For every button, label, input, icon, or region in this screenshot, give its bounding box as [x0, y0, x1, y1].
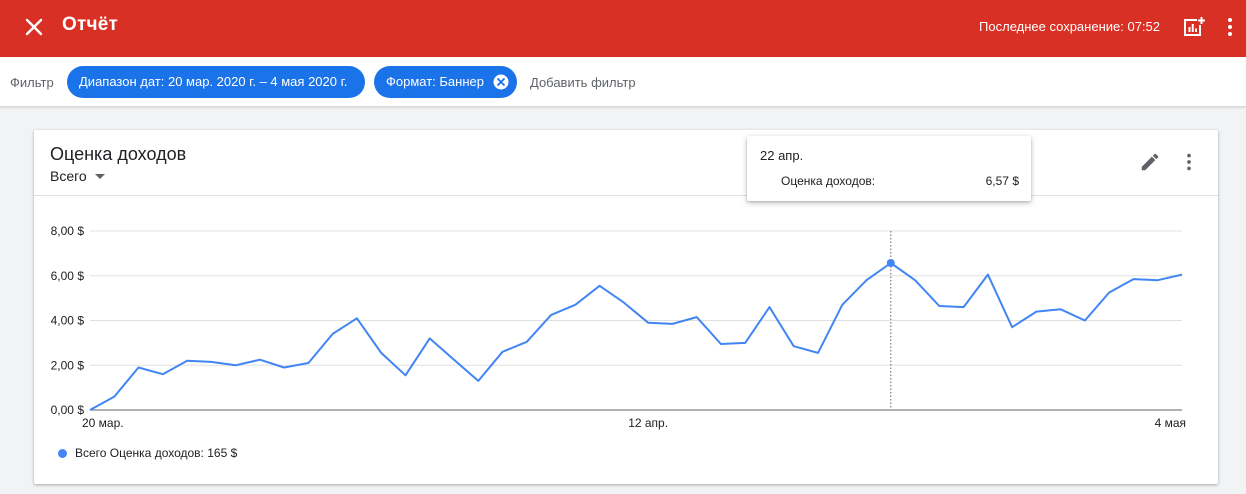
data-point [1131, 277, 1135, 281]
data-point [986, 273, 990, 277]
data-point [137, 365, 141, 369]
data-point [525, 340, 529, 344]
legend-dot [58, 449, 67, 458]
data-point [1010, 325, 1014, 329]
data-point [185, 359, 189, 363]
format-filter-chip[interactable]: Формат: Баннер [374, 66, 517, 98]
format-chip-label: Формат: Баннер [386, 74, 484, 89]
data-point [913, 278, 917, 282]
data-point [622, 301, 626, 305]
data-point [1059, 307, 1063, 311]
data-point [331, 332, 335, 336]
data-point [306, 361, 310, 365]
filter-bar: Фильтр Диапазон дат: 20 мар. 2020 г. – 4… [0, 57, 1246, 107]
data-point [355, 316, 359, 320]
x-tick-label: 12 апр. [628, 416, 668, 430]
tooltip-label: Оценка доходов: [781, 174, 876, 188]
chart-legend: Всего Оценка доходов: 165 $ [58, 446, 237, 460]
data-point [962, 305, 966, 309]
date-range-filter-chip[interactable]: Диапазон дат: 20 мар. 2020 г. – 4 мая 20… [67, 66, 365, 98]
legend-label: Всего Оценка доходов: 165 $ [75, 446, 238, 460]
data-point [573, 303, 577, 307]
data-point [501, 350, 505, 354]
data-point [209, 360, 213, 364]
data-point [1083, 319, 1087, 323]
data-point [840, 303, 844, 307]
add-filter-button[interactable]: Добавить фильтр [530, 75, 636, 90]
series-line [89, 262, 1183, 411]
data-point [865, 278, 869, 282]
page-title: Отчёт [62, 14, 118, 35]
x-tick-label: 4 мая [1155, 416, 1186, 430]
data-point [743, 341, 747, 345]
data-point [88, 408, 92, 412]
last-saved-status: Последнее сохранение: 07:52 [979, 19, 1160, 34]
date-range-chip-label: Диапазон дат: 20 мар. 2020 г. – 4 мая 20… [79, 74, 348, 89]
revenue-card: Оценка доходов Всего 0,00 $2,00 $4,00 $6… [34, 130, 1218, 484]
data-point [258, 358, 262, 362]
data-point [816, 351, 820, 355]
data-point [549, 313, 553, 317]
data-point [1180, 273, 1184, 277]
y-tick-label: 8,00 $ [51, 224, 85, 238]
data-point [1034, 310, 1038, 314]
remove-filter-icon[interactable] [493, 74, 509, 90]
data-point [428, 336, 432, 340]
revenue-line-chart: 0,00 $ 2,00 $ 4,00 $ 6,00 $ 8,00 $ 20 мар. 12 … [51, 224, 1186, 430]
highlighted-data-point [886, 258, 895, 267]
data-point [792, 344, 796, 348]
tooltip-value: 6,57 $ [985, 174, 1019, 188]
data-point [112, 395, 116, 399]
data-point [234, 363, 238, 367]
data-point [646, 321, 650, 325]
chart-tooltip: 22 апр. Оценка доходов: 6,57 $ [747, 136, 1031, 201]
close-icon[interactable] [22, 15, 46, 39]
data-point [282, 365, 286, 369]
y-tick-label: 2,00 $ [51, 358, 85, 372]
add-chart-icon[interactable] [1182, 15, 1206, 39]
x-tick-label: 20 мар. [82, 416, 124, 430]
y-tick-label: 4,00 $ [51, 314, 85, 328]
data-point [719, 342, 723, 346]
filter-label: Фильтр [10, 75, 54, 90]
data-point [598, 284, 602, 288]
tooltip-date: 22 апр. [760, 148, 804, 163]
data-point [379, 351, 383, 355]
data-point [670, 322, 674, 326]
data-point [403, 373, 407, 377]
data-point [695, 315, 699, 319]
data-point [937, 304, 941, 308]
data-point [1107, 291, 1111, 295]
more-vert-icon[interactable] [1218, 15, 1242, 39]
app-bar: Отчёт Последнее сохранение: 07:52 [0, 0, 1246, 57]
data-point [161, 372, 165, 376]
y-tick-label: 6,00 $ [51, 269, 85, 283]
data-point [476, 379, 480, 383]
y-tick-label: 0,00 $ [51, 403, 85, 417]
data-point [1156, 278, 1160, 282]
data-point [452, 358, 456, 362]
data-point [767, 305, 771, 309]
